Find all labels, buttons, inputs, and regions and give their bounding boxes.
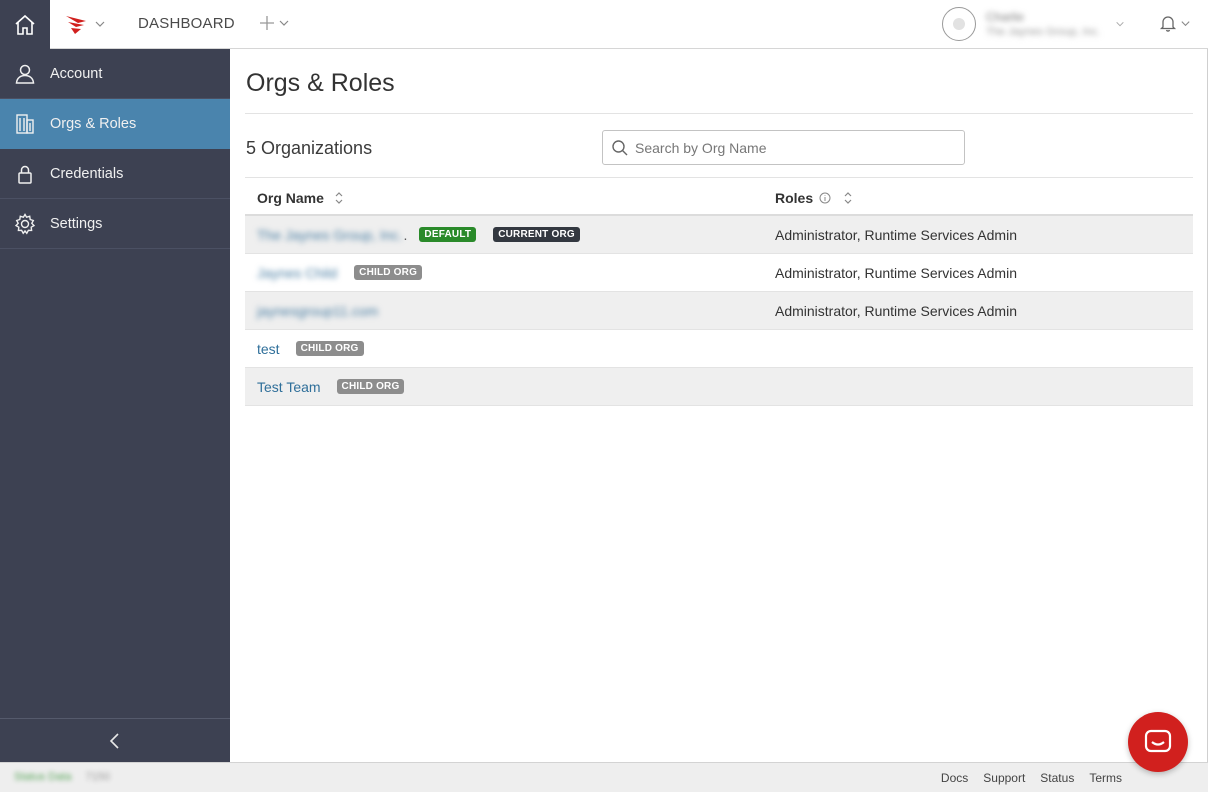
user-name: Charlie: [986, 9, 1025, 24]
info-icon[interactable]: [819, 192, 831, 204]
gear-icon: [14, 212, 36, 234]
org-name-link[interactable]: The Jaynes Group, Inc.: [257, 227, 403, 243]
status-text: Status Data: [14, 771, 72, 783]
sidebar-item-label: Account: [50, 65, 103, 82]
home-icon: [15, 14, 35, 35]
column-header-roles[interactable]: Roles: [775, 190, 853, 206]
table-row: Jaynes Child CHILD ORG Administrator, Ru…: [245, 254, 1193, 292]
chat-button[interactable]: [1128, 712, 1188, 772]
footer-links: Docs Support Status Terms: [941, 771, 1122, 785]
table-row: test CHILD ORG: [245, 330, 1193, 368]
default-badge: DEFAULT: [419, 227, 477, 242]
bell-icon: [1159, 16, 1177, 32]
brand-menu[interactable]: [64, 12, 106, 36]
column-label: Roles: [775, 190, 814, 206]
roles-cell: Administrator, Runtime Services Admin: [775, 302, 1017, 319]
search-icon: [612, 139, 628, 155]
chevron-down-icon: [1181, 20, 1190, 26]
search-input[interactable]: [635, 139, 955, 156]
logo-icon: [66, 16, 86, 34]
chevron-down-icon: [279, 20, 289, 26]
table-row: Test Team CHILD ORG: [245, 368, 1193, 406]
building-icon: [16, 113, 34, 134]
sidebar-item-label: Orgs & Roles: [50, 115, 137, 132]
org-count: 5 Organizations: [246, 138, 373, 158]
version-text: 7150: [85, 771, 110, 783]
user-icon: [15, 64, 35, 84]
chat-icon: [1144, 729, 1172, 753]
sidebar-item-account[interactable]: Account: [0, 49, 230, 99]
chevron-down-icon: [1116, 21, 1124, 27]
sidebar-item-settings[interactable]: Settings: [0, 199, 230, 249]
notifications-button[interactable]: [1158, 13, 1191, 33]
org-name-link[interactable]: Jaynes Child: [257, 265, 337, 281]
roles-cell: Administrator, Runtime Services Admin: [775, 264, 1017, 281]
sidebar-item-orgs-roles[interactable]: Orgs & Roles: [0, 99, 230, 149]
sidebar-item-label: Settings: [50, 215, 103, 232]
chevron-down-icon: [95, 21, 105, 27]
plus-icon: [260, 16, 274, 30]
user-org: The Jaynes Group, Inc.: [986, 25, 1101, 38]
footer: Status Data 7150 Docs Support Status Ter…: [0, 762, 1208, 792]
roles-cell: Administrator, Runtime Services Admin: [775, 226, 1017, 243]
sidebar-item-credentials[interactable]: Credentials: [0, 149, 230, 199]
org-name-link[interactable]: jaynesgroup11.com: [257, 303, 378, 319]
sidebar: Account Orgs & Roles Credentials Setting…: [0, 49, 230, 762]
org-name-link[interactable]: test: [257, 341, 280, 357]
collapse-sidebar-button[interactable]: [0, 718, 230, 762]
current-org-badge: CURRENT ORG: [493, 227, 580, 242]
top-bar: DASHBOARD Charlie The Jaynes Group, Inc.: [0, 0, 1208, 49]
user-menu[interactable]: Charlie The Jaynes Group, Inc.: [942, 7, 1125, 41]
column-header-org-name[interactable]: Org Name: [257, 190, 344, 206]
child-org-badge: CHILD ORG: [336, 379, 405, 394]
main-content: Orgs & Roles 5 Organizations Org Name Ro…: [230, 49, 1208, 762]
orgs-table: Org Name Roles The Jaynes Group, Inc. . …: [245, 177, 1193, 406]
chevron-left-icon: [109, 732, 119, 749]
user-avatar-icon: [953, 18, 965, 30]
sort-icon: [844, 192, 852, 204]
avatar: [942, 7, 976, 41]
child-org-badge: CHILD ORG: [295, 341, 364, 356]
dashboard-link[interactable]: DASHBOARD: [138, 15, 235, 32]
terms-link[interactable]: Terms: [1089, 771, 1122, 785]
sidebar-item-label: Credentials: [50, 165, 124, 182]
sort-icon: [335, 192, 343, 204]
divider: [245, 113, 1193, 114]
footer-status: Status Data 7150: [14, 771, 110, 783]
page-title: Orgs & Roles: [246, 69, 395, 97]
table-header: Org Name Roles: [245, 177, 1193, 216]
column-label: Org Name: [257, 190, 324, 206]
status-link[interactable]: Status: [1040, 771, 1074, 785]
lock-icon: [18, 165, 32, 184]
support-link[interactable]: Support: [983, 771, 1025, 785]
table-row: jaynesgroup11.com Administrator, Runtime…: [245, 292, 1193, 330]
child-org-badge: CHILD ORG: [354, 265, 423, 280]
table-row: The Jaynes Group, Inc. . DEFAULT CURRENT…: [245, 216, 1193, 254]
home-button[interactable]: [0, 0, 50, 49]
docs-link[interactable]: Docs: [941, 771, 968, 785]
search-field[interactable]: [602, 130, 965, 165]
add-button[interactable]: [258, 14, 290, 32]
org-name-link[interactable]: Test Team: [257, 379, 321, 395]
